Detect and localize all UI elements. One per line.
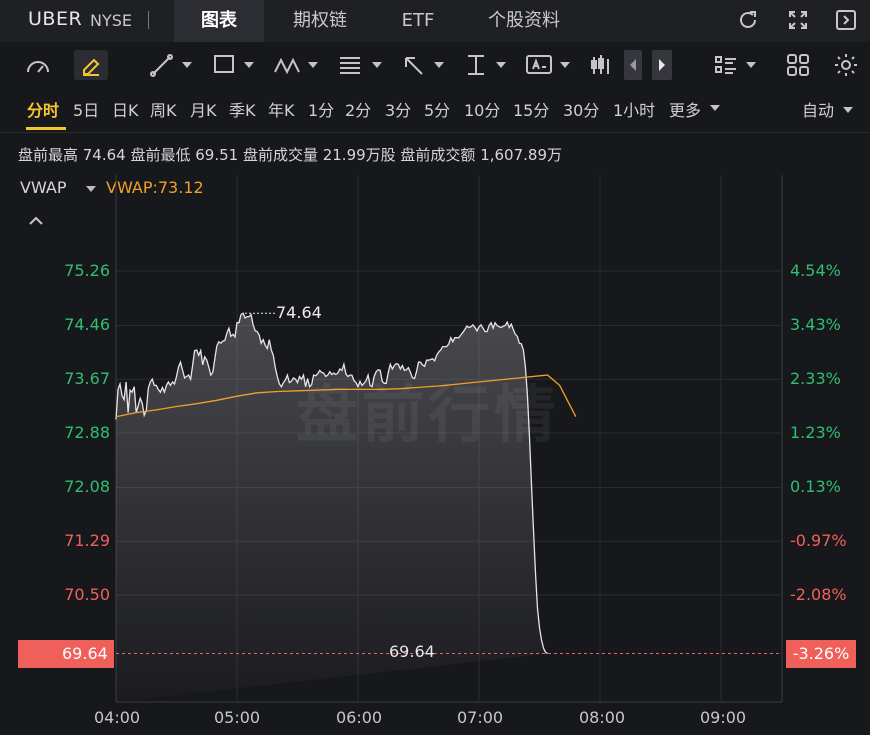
y-tick-left: 72.88: [64, 423, 110, 442]
x-tick: 07:00: [457, 708, 504, 727]
y-tick-left: 74.46: [64, 315, 110, 334]
x-tick: 06:00: [336, 708, 383, 727]
y-tick-left: 73.67: [64, 369, 110, 388]
x-tick: 04:00: [94, 708, 141, 727]
y-tick-left: 70.50: [64, 585, 110, 604]
x-tick: 08:00: [579, 708, 626, 727]
y-tick-left: 72.08: [64, 477, 110, 496]
y-tick-right: 0.13%: [790, 477, 841, 496]
y-tick-right: -2.08%: [790, 585, 847, 604]
y-tick-right: 4.54%: [790, 261, 841, 280]
y-tick-right: -0.97%: [790, 531, 847, 550]
y-tick-left: 71.29: [64, 531, 110, 550]
session-high-label: 74.64: [276, 303, 322, 322]
x-tick: 09:00: [700, 708, 747, 727]
last-price-label: 69.64: [389, 642, 435, 661]
y-tick-right: 1.23%: [790, 423, 841, 442]
watermark: 盘前行情: [296, 378, 561, 451]
current-price-tag: 69.64: [18, 640, 114, 668]
y-tick-left: 75.26: [64, 261, 110, 280]
y-tick-right: 3.43%: [790, 315, 841, 334]
x-tick: 05:00: [214, 708, 261, 727]
current-change-tag: -3.26%: [786, 640, 856, 668]
y-tick-right: 2.33%: [790, 369, 841, 388]
